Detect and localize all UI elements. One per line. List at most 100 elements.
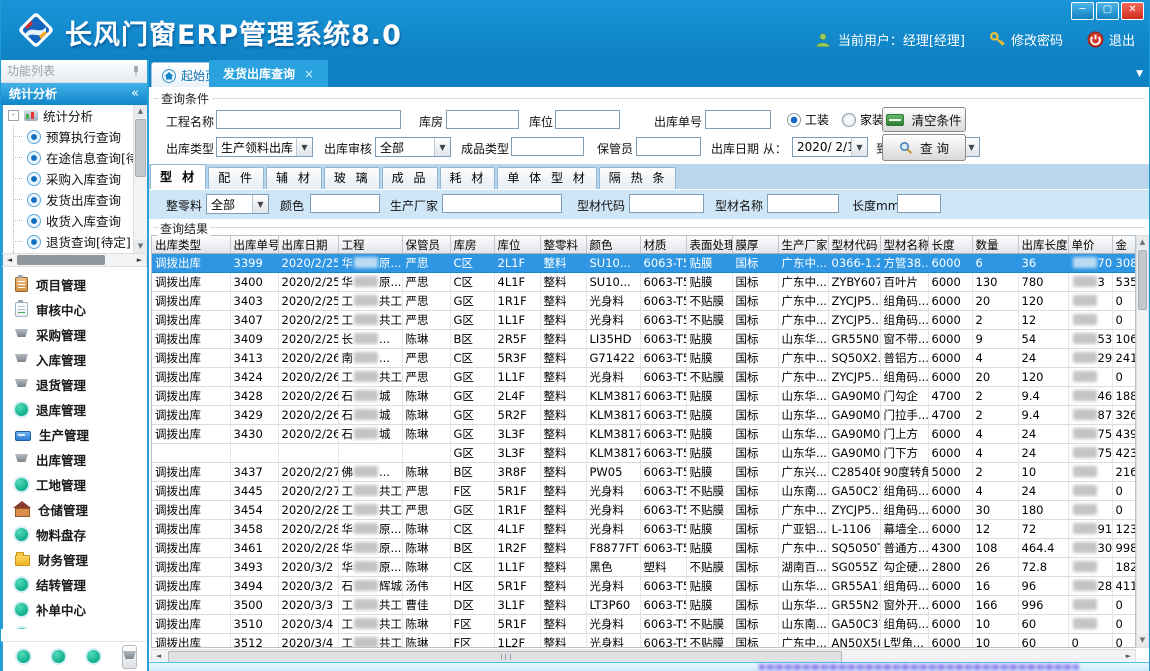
sidebar-item-1[interactable]: 审核中心 <box>3 297 147 322</box>
order-no-input[interactable] <box>705 110 771 129</box>
sidebar-item-9[interactable]: 仓储管理 <box>3 497 147 522</box>
column-header[interactable]: 出库单号 <box>230 236 278 254</box>
column-header[interactable]: 型材名称 <box>880 236 928 254</box>
scroll-right-icon[interactable]: ► <box>133 254 146 266</box>
grid-horizontal-scrollbar[interactable]: ◄ ► <box>151 649 1136 663</box>
column-header[interactable]: 出库日期 <box>278 236 338 254</box>
change-password-button[interactable]: 修改密码 <box>989 30 1063 49</box>
material-tab-0[interactable]: 型 材 <box>150 164 206 189</box>
maximize-button[interactable]: ▢ <box>1096 2 1119 20</box>
column-header[interactable]: 出库长度 <box>1018 236 1068 254</box>
search-button[interactable]: 查 询 <box>882 134 966 161</box>
table-row[interactable]: 调拨出库34072020/2/25工共工程严思G区1L1F整料光身料6063-T… <box>152 311 1136 330</box>
column-header[interactable]: 工程 <box>338 236 402 254</box>
table-row[interactable]: 调拨出库34242020/2/26工共工程严思G区1L1F整料光身料6063-T… <box>152 368 1136 387</box>
table-row[interactable]: 调拨出库35122020/3/4工共工程陈琳F区1L2F整料光身料6063-T5… <box>152 634 1136 649</box>
table-row[interactable]: 调拨出库33992020/2/25华原...严思C区2L1F整料SU10...6… <box>152 254 1136 273</box>
column-header[interactable]: 数量 <box>972 236 1018 254</box>
profile-code-input[interactable] <box>629 194 704 213</box>
column-header[interactable]: 库房 <box>450 236 494 254</box>
table-row[interactable]: 调拨出库34932020/3/2华原...陈琳C区1L1F整料黑色塑料不贴膜国标… <box>152 558 1136 577</box>
table-row[interactable]: 调拨出库35002020/3/3工共工程曹佳D区3L1F整料LT3P606063… <box>152 596 1136 615</box>
table-row[interactable]: G区3L3F整料KLM38176063-T5贴膜国标山东华...GA90M09.… <box>152 444 1136 463</box>
column-header[interactable]: 颜色 <box>586 236 640 254</box>
sidebar-item-3[interactable]: 入库管理 <box>3 347 147 372</box>
scrollbar-thumb[interactable] <box>1138 250 1147 310</box>
tree-item-0[interactable]: 预算执行查询 <box>3 126 147 147</box>
tree-vertical-scrollbar[interactable]: ▲ ▼ <box>133 105 147 253</box>
sidebar-item-8[interactable]: 工地管理 <box>3 472 147 497</box>
teal-circle-icon[interactable] <box>17 650 30 663</box>
outbound-type-select[interactable]: 生产领料出库 ▼ <box>216 137 313 157</box>
statistics-section-header[interactable]: 统计分析 « <box>1 83 147 105</box>
clear-conditions-button[interactable]: 清空条件 <box>882 107 966 132</box>
table-row[interactable]: 调拨出库34942020/3/2石辉城汤伟H区5R1F整料光身料6063-T5贴… <box>152 577 1136 596</box>
pin-icon[interactable] <box>131 65 141 77</box>
column-header[interactable]: 金 <box>1112 236 1136 254</box>
sidebar-item-14[interactable]: 报废管理 <box>3 622 147 629</box>
scroll-up-icon[interactable]: ▲ <box>134 105 147 118</box>
sidebar-item-11[interactable]: 财务管理 <box>3 547 147 572</box>
collapse-icon[interactable]: « <box>131 83 139 105</box>
tab-list-dropdown-icon[interactable]: ▼ <box>1136 69 1143 79</box>
table-row[interactable]: 调拨出库35102020/3/4工共工程陈琳F区5R1F整料光身料6063-T5… <box>152 615 1136 634</box>
length-input[interactable] <box>897 194 941 213</box>
scroll-left-icon[interactable]: ◄ <box>152 650 165 662</box>
warehouse-input[interactable] <box>446 110 519 129</box>
color-input[interactable] <box>310 194 380 213</box>
date-from-picker[interactable]: 2020/ 2/16 ▼ <box>792 137 868 157</box>
product-type-input[interactable] <box>511 137 584 156</box>
tree-root-statistics[interactable]: -统计分析 <box>3 105 147 126</box>
table-row[interactable]: 调拨出库34612020/2/28华原...陈琳B区1R2F整料F8877FT6… <box>152 539 1136 558</box>
tree-item-3[interactable]: 发货出库查询 <box>3 189 147 210</box>
scroll-down-icon[interactable]: ▼ <box>1137 634 1148 647</box>
column-header[interactable]: 出库类型 <box>152 236 230 254</box>
table-row[interactable]: 调拨出库34032020/2/25工共工程严思G区1R1F整料光身料6063-T… <box>152 292 1136 311</box>
logout-button[interactable]: 退出 <box>1087 30 1135 49</box>
column-header[interactable]: 型材代码 <box>828 236 880 254</box>
sidebar-item-6[interactable]: 生产管理 <box>3 422 147 447</box>
project-name-input[interactable] <box>216 110 401 129</box>
column-header[interactable]: 长度 <box>928 236 972 254</box>
column-header[interactable]: 保管员 <box>402 236 450 254</box>
grid-vertical-scrollbar[interactable]: ▲ ▼ <box>1136 235 1149 648</box>
table-row[interactable]: 调拨出库34092020/2/25长...陈琳B区2R5F整料LI35HD606… <box>152 330 1136 349</box>
keeper-input[interactable] <box>636 137 701 156</box>
segment-select[interactable]: 全部 ▼ <box>206 194 269 214</box>
sidebar-item-7[interactable]: 出库管理 <box>3 447 147 472</box>
column-header[interactable]: 膜厚 <box>732 236 778 254</box>
material-tab-3[interactable]: 玻 璃 <box>324 167 380 189</box>
audit-select[interactable]: 全部 ▼ <box>375 137 451 157</box>
radio-work-install[interactable]: 工装 <box>787 111 829 128</box>
table-row[interactable]: 调拨出库34002020/2/25华原...严思C区4L1F整料SU10...6… <box>152 273 1136 292</box>
sidebar-item-12[interactable]: 结转管理 <box>3 572 147 597</box>
column-header[interactable]: 库位 <box>494 236 540 254</box>
material-tab-7[interactable]: 隔 热 条 <box>599 167 677 189</box>
tree-item-5[interactable]: 退货查询[待定] <box>3 231 147 252</box>
material-tab-5[interactable]: 耗 材 <box>440 167 496 189</box>
tree-item-2[interactable]: 采购入库查询 <box>3 168 147 189</box>
scroll-up-icon[interactable]: ▲ <box>1137 236 1148 249</box>
sidebar-item-4[interactable]: 退货管理 <box>3 372 147 397</box>
table-row[interactable]: 调拨出库34132020/2/26南...严思C区5R3F整料G71422606… <box>152 349 1136 368</box>
table-row[interactable]: 调拨出库34542020/2/28工共工程严思G区1R1F整料光身料6063-T… <box>152 501 1136 520</box>
material-tab-2[interactable]: 辅 材 <box>266 167 322 189</box>
radio-home-install[interactable]: 家装 <box>842 111 884 128</box>
sidebar-item-13[interactable]: 补单中心 <box>3 597 147 622</box>
scroll-right-icon[interactable]: ► <box>1122 650 1135 662</box>
tree-item-4[interactable]: 收货入库查询 <box>3 210 147 231</box>
location-input[interactable] <box>555 110 620 129</box>
profile-name-input[interactable] <box>767 194 839 213</box>
table-row[interactable]: 调拨出库34372020/2/27佛...陈琳B区3R8F整料PW056063-… <box>152 463 1136 482</box>
scroll-down-icon[interactable]: ▼ <box>134 240 147 253</box>
tree-horizontal-scrollbar[interactable]: ◄ ► <box>1 253 147 267</box>
column-header[interactable]: 整零料 <box>540 236 586 254</box>
table-row[interactable]: 调拨出库34282020/2/26石城陈琳G区2L4F整料KLM38176063… <box>152 387 1136 406</box>
material-tab-4[interactable]: 成 品 <box>382 167 438 189</box>
scrollbar-thumb[interactable] <box>135 119 146 177</box>
close-tab-icon[interactable]: × <box>304 67 314 81</box>
sidebar-item-0[interactable]: 项目管理 <box>3 272 147 297</box>
more-panels-button[interactable] <box>122 645 137 669</box>
table-row[interactable]: 调拨出库34452020/2/27工共工程严思F区5R1F整料光身料6063-T… <box>152 482 1136 501</box>
column-header[interactable]: 生产厂家 <box>778 236 828 254</box>
